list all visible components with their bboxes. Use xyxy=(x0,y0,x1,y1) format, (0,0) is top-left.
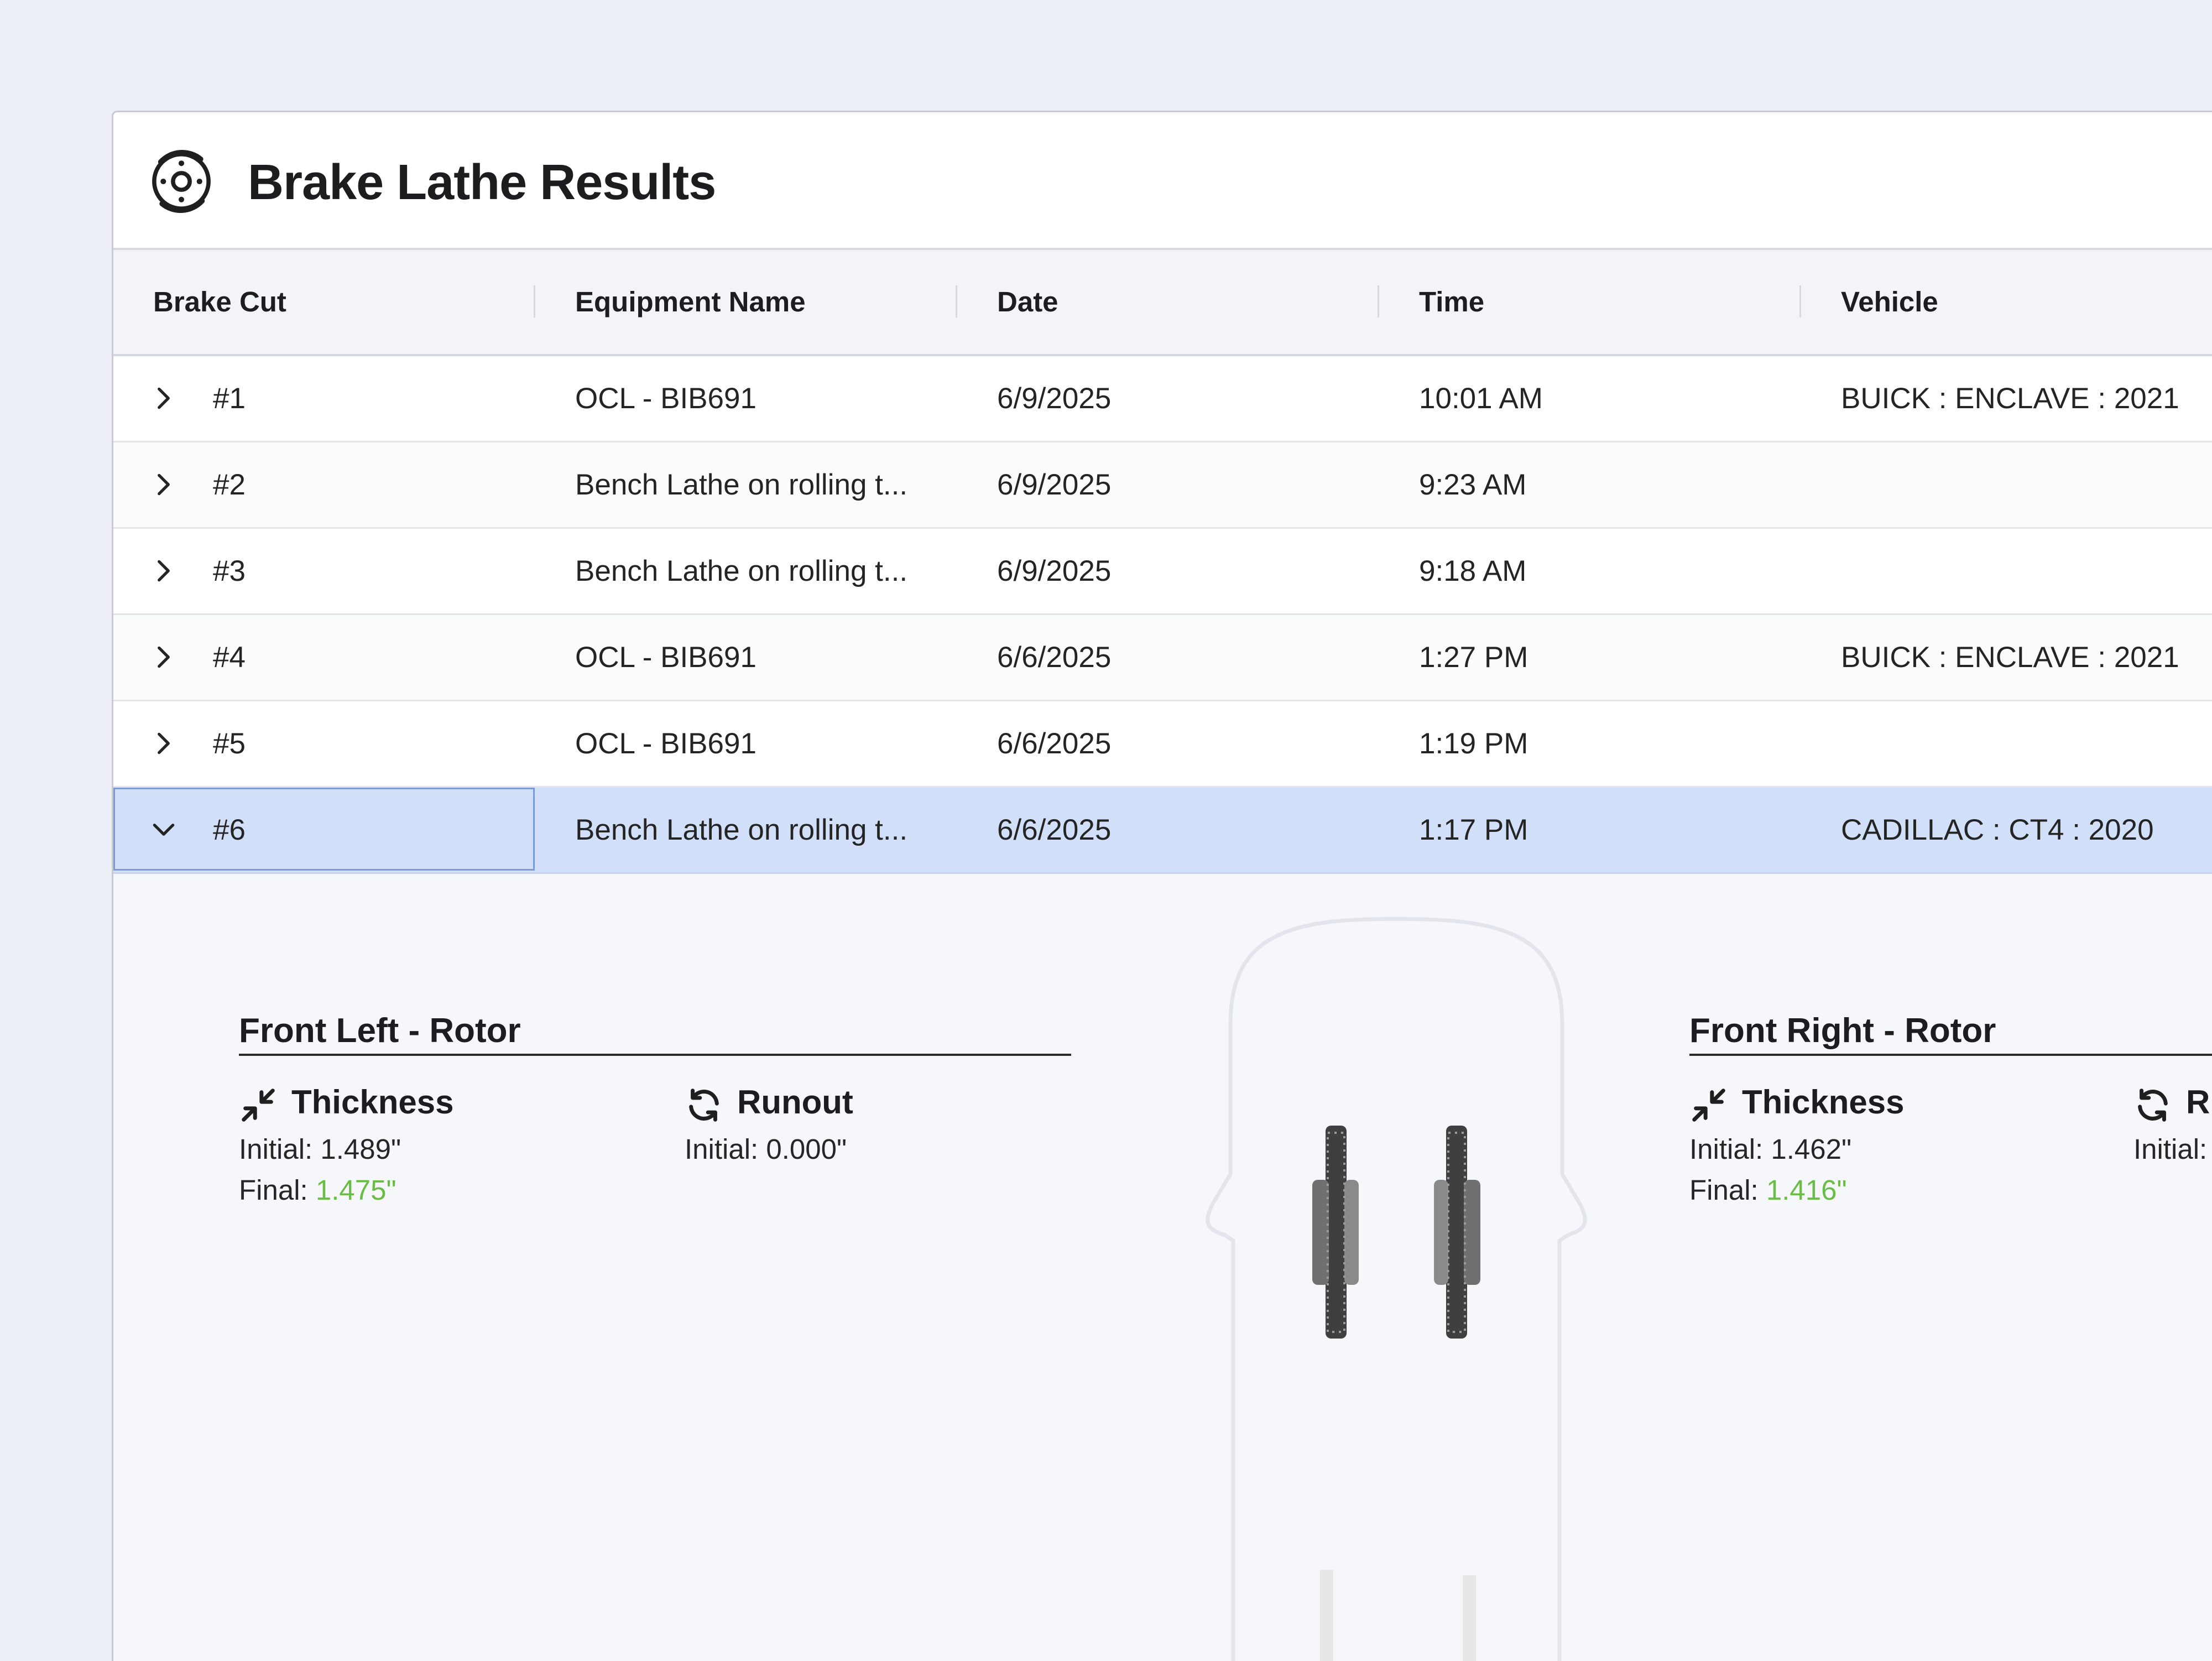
vehicle-cell: BUICK : ENCLAVE : 2021 xyxy=(1841,641,2179,674)
date-cell: 6/6/2025 xyxy=(997,641,1112,674)
time-cell: 1:17 PM xyxy=(1419,814,1528,846)
equipment-name-cell: Bench Lathe on rolling t... xyxy=(575,814,908,846)
date-cell: 6/9/2025 xyxy=(997,382,1112,415)
equipment-name-cell: Bench Lathe on rolling t... xyxy=(575,468,908,501)
table-row[interactable]: #4 OCL - BIB691 6/6/2025 1:27 PM BUICK :… xyxy=(113,615,2212,701)
thickness-final-value: 1.416" xyxy=(1766,1174,1847,1206)
thickness-final: Final: 1.416" xyxy=(1689,1174,1847,1206)
table-row[interactable]: #1 OCL - BIB691 6/9/2025 10:01 AM BUICK … xyxy=(113,356,2212,442)
table-row[interactable]: #5 OCL - BIB691 6/6/2025 1:19 PM xyxy=(113,701,2212,788)
vehicle-cell: BUICK : ENCLAVE : 2021 xyxy=(1841,382,2179,415)
time-cell: 1:27 PM xyxy=(1419,641,1528,674)
time-cell: 9:18 AM xyxy=(1419,555,1527,587)
column-header-equipment-name[interactable]: Equipment Name xyxy=(575,250,806,354)
column-header-brake-cut[interactable]: Brake Cut xyxy=(153,250,286,354)
column-divider[interactable] xyxy=(1799,285,1801,317)
time-cell: 9:23 AM xyxy=(1419,468,1527,501)
runout-label: Runout xyxy=(737,1084,853,1121)
equipment-name-cell: OCL - BIB691 xyxy=(575,382,757,415)
column-header-date[interactable]: Date xyxy=(997,250,1058,354)
vehicle-top-view-illustration xyxy=(1206,917,1587,1661)
brake-cut-cell: #6 xyxy=(213,814,246,846)
table-row[interactable]: #3 Bench Lathe on rolling t... 6/9/2025 … xyxy=(113,529,2212,615)
equipment-name-cell: Bench Lathe on rolling t... xyxy=(575,555,908,587)
thickness-initial: Initial: 1.462" xyxy=(1689,1133,1852,1165)
results-table-header: Brake Cut Equipment Name Date Time Vehic… xyxy=(113,250,2212,356)
chevron-down-icon[interactable] xyxy=(150,816,178,843)
thickness-final-value: 1.475" xyxy=(315,1174,397,1206)
table-row-selected[interactable]: #6 Bench Lathe on rolling t... 6/6/2025 … xyxy=(113,788,2212,874)
brake-cut-cell: #3 xyxy=(213,555,246,587)
column-divider[interactable] xyxy=(956,285,957,317)
refresh-icon xyxy=(689,1089,719,1122)
equipment-name-cell: OCL - BIB691 xyxy=(575,641,757,674)
date-cell: 6/6/2025 xyxy=(997,814,1112,846)
compress-arrows-icon xyxy=(1692,1089,1725,1122)
date-cell: 6/6/2025 xyxy=(997,727,1112,760)
column-divider[interactable] xyxy=(1378,285,1379,317)
chevron-right-icon[interactable] xyxy=(150,384,178,412)
time-cell: 1:19 PM xyxy=(1419,727,1528,760)
column-header-vehicle[interactable]: Vehicle xyxy=(1841,250,1938,354)
brake-cut-cell: #4 xyxy=(213,641,246,674)
brake-rotor-icon xyxy=(152,150,211,213)
title-bar: Brake Lathe Results xyxy=(113,112,2212,250)
brake-cut-cell: #1 xyxy=(213,382,246,415)
column-header-time[interactable]: Time xyxy=(1419,250,1484,354)
date-cell: 6/9/2025 xyxy=(997,555,1112,587)
thickness-initial: Initial: 1.489" xyxy=(239,1133,401,1165)
brake-cut-cell: #5 xyxy=(213,727,246,760)
vehicle-cell: CADILLAC : CT4 : 2020 xyxy=(1841,814,2154,846)
chevron-right-icon[interactable] xyxy=(150,730,178,757)
front-left-rotor-title: Front Left - Rotor xyxy=(239,1012,521,1050)
brake-cut-cell: #2 xyxy=(213,468,246,501)
chevron-right-icon[interactable] xyxy=(150,471,178,498)
runout-initial: Initial: xyxy=(2133,1133,2208,1165)
runout-initial: Initial: 0.000" xyxy=(685,1133,847,1165)
brake-lathe-results-window: Brake Lathe Results Brake Cut Equipment … xyxy=(112,111,2212,1661)
date-cell: 6/9/2025 xyxy=(997,468,1112,501)
front-right-rotor-title: Front Right - Rotor xyxy=(1689,1012,1996,1050)
runout-label: Ru xyxy=(2186,1084,2212,1121)
column-divider[interactable] xyxy=(534,285,535,317)
chevron-right-icon[interactable] xyxy=(150,557,178,585)
time-cell: 10:01 AM xyxy=(1419,382,1543,415)
equipment-name-cell: OCL - BIB691 xyxy=(575,727,757,760)
table-row[interactable]: #2 Bench Lathe on rolling t... 6/9/2025 … xyxy=(113,442,2212,529)
thickness-final-label: Final: xyxy=(239,1174,316,1206)
compress-arrows-icon xyxy=(242,1089,275,1122)
section-underline xyxy=(1689,1054,2212,1056)
refresh-icon xyxy=(2138,1089,2168,1122)
thickness-final-label: Final: xyxy=(1689,1174,1766,1206)
thickness-final: Final: 1.475" xyxy=(239,1174,397,1206)
chevron-right-icon[interactable] xyxy=(150,643,178,671)
page-title: Brake Lathe Results xyxy=(248,155,716,210)
section-underline xyxy=(239,1054,1071,1056)
thickness-label: Thickness xyxy=(291,1084,454,1121)
thickness-label: Thickness xyxy=(1742,1084,1905,1121)
